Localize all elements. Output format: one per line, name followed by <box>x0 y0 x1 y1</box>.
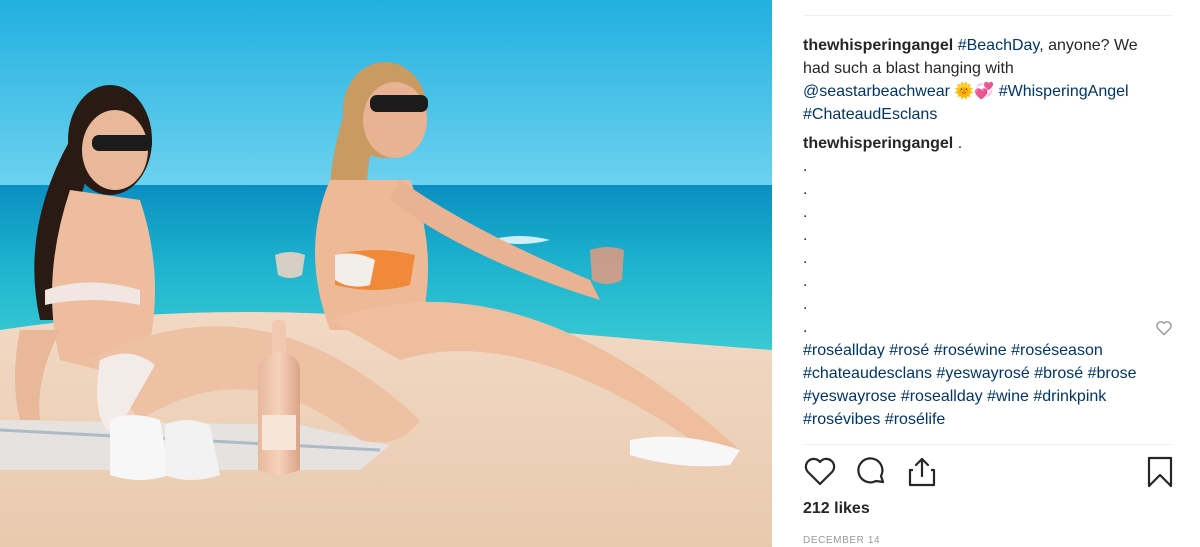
dot-line: . <box>803 204 808 221</box>
likes-count[interactable]: 212 likes <box>803 500 870 518</box>
caption: thewhisperingangel #BeachDay, anyone? We… <box>803 34 1153 126</box>
dot-line: . <box>803 181 808 198</box>
dot-line: . <box>803 319 808 336</box>
heart-outline-icon[interactable] <box>1155 320 1173 336</box>
comment-username[interactable]: thewhisperingangel <box>803 135 953 152</box>
caption-hashtag-chateaudesclans[interactable]: #ChateaudEsclans <box>803 106 937 123</box>
caption-emoji: 🌞💞 <box>949 83 999 100</box>
beach-photo-illustration <box>0 0 772 547</box>
post-side-panel: thewhisperingangel #BeachDay, anyone? We… <box>772 0 1200 547</box>
caption-username[interactable]: thewhisperingangel <box>803 37 953 54</box>
dot-line: . <box>803 158 808 175</box>
dot-line: . <box>803 227 808 244</box>
dot-line: . <box>803 296 808 313</box>
header-divider <box>803 15 1172 16</box>
post-date[interactable]: DECEMBER 14 <box>803 535 880 546</box>
instagram-post: thewhisperingangel #BeachDay, anyone? We… <box>0 0 1200 547</box>
bookmark-icon[interactable] <box>1143 455 1177 489</box>
comment-first-line: . <box>957 135 963 152</box>
share-icon[interactable] <box>905 455 939 489</box>
action-bar <box>803 455 1173 493</box>
comment-bubble-icon[interactable] <box>855 455 889 489</box>
comments-fade <box>803 430 1153 444</box>
caption-hashtag-whisperingangel[interactable]: #WhisperingAngel <box>999 83 1129 100</box>
comments-list: thewhisperingangel #BeachDay, anyone? We… <box>803 34 1153 444</box>
caption-mention[interactable]: @seastarbeachwear <box>803 83 950 100</box>
post-photo[interactable] <box>0 0 772 547</box>
dot-line: . <box>803 273 808 290</box>
dot-line: . <box>803 250 808 267</box>
caption-hashtag-beachday[interactable]: #BeachDay <box>958 37 1040 54</box>
comment-hashtags[interactable]: #roséallday #rosé #roséwine #roséseason … <box>803 339 1153 431</box>
heart-icon[interactable] <box>803 455 837 489</box>
comment-dots: . . . . . . . . <box>803 155 1153 339</box>
actions-divider <box>803 444 1172 445</box>
comment: thewhisperingangel . . . . . . . . . #ro… <box>803 132 1153 431</box>
